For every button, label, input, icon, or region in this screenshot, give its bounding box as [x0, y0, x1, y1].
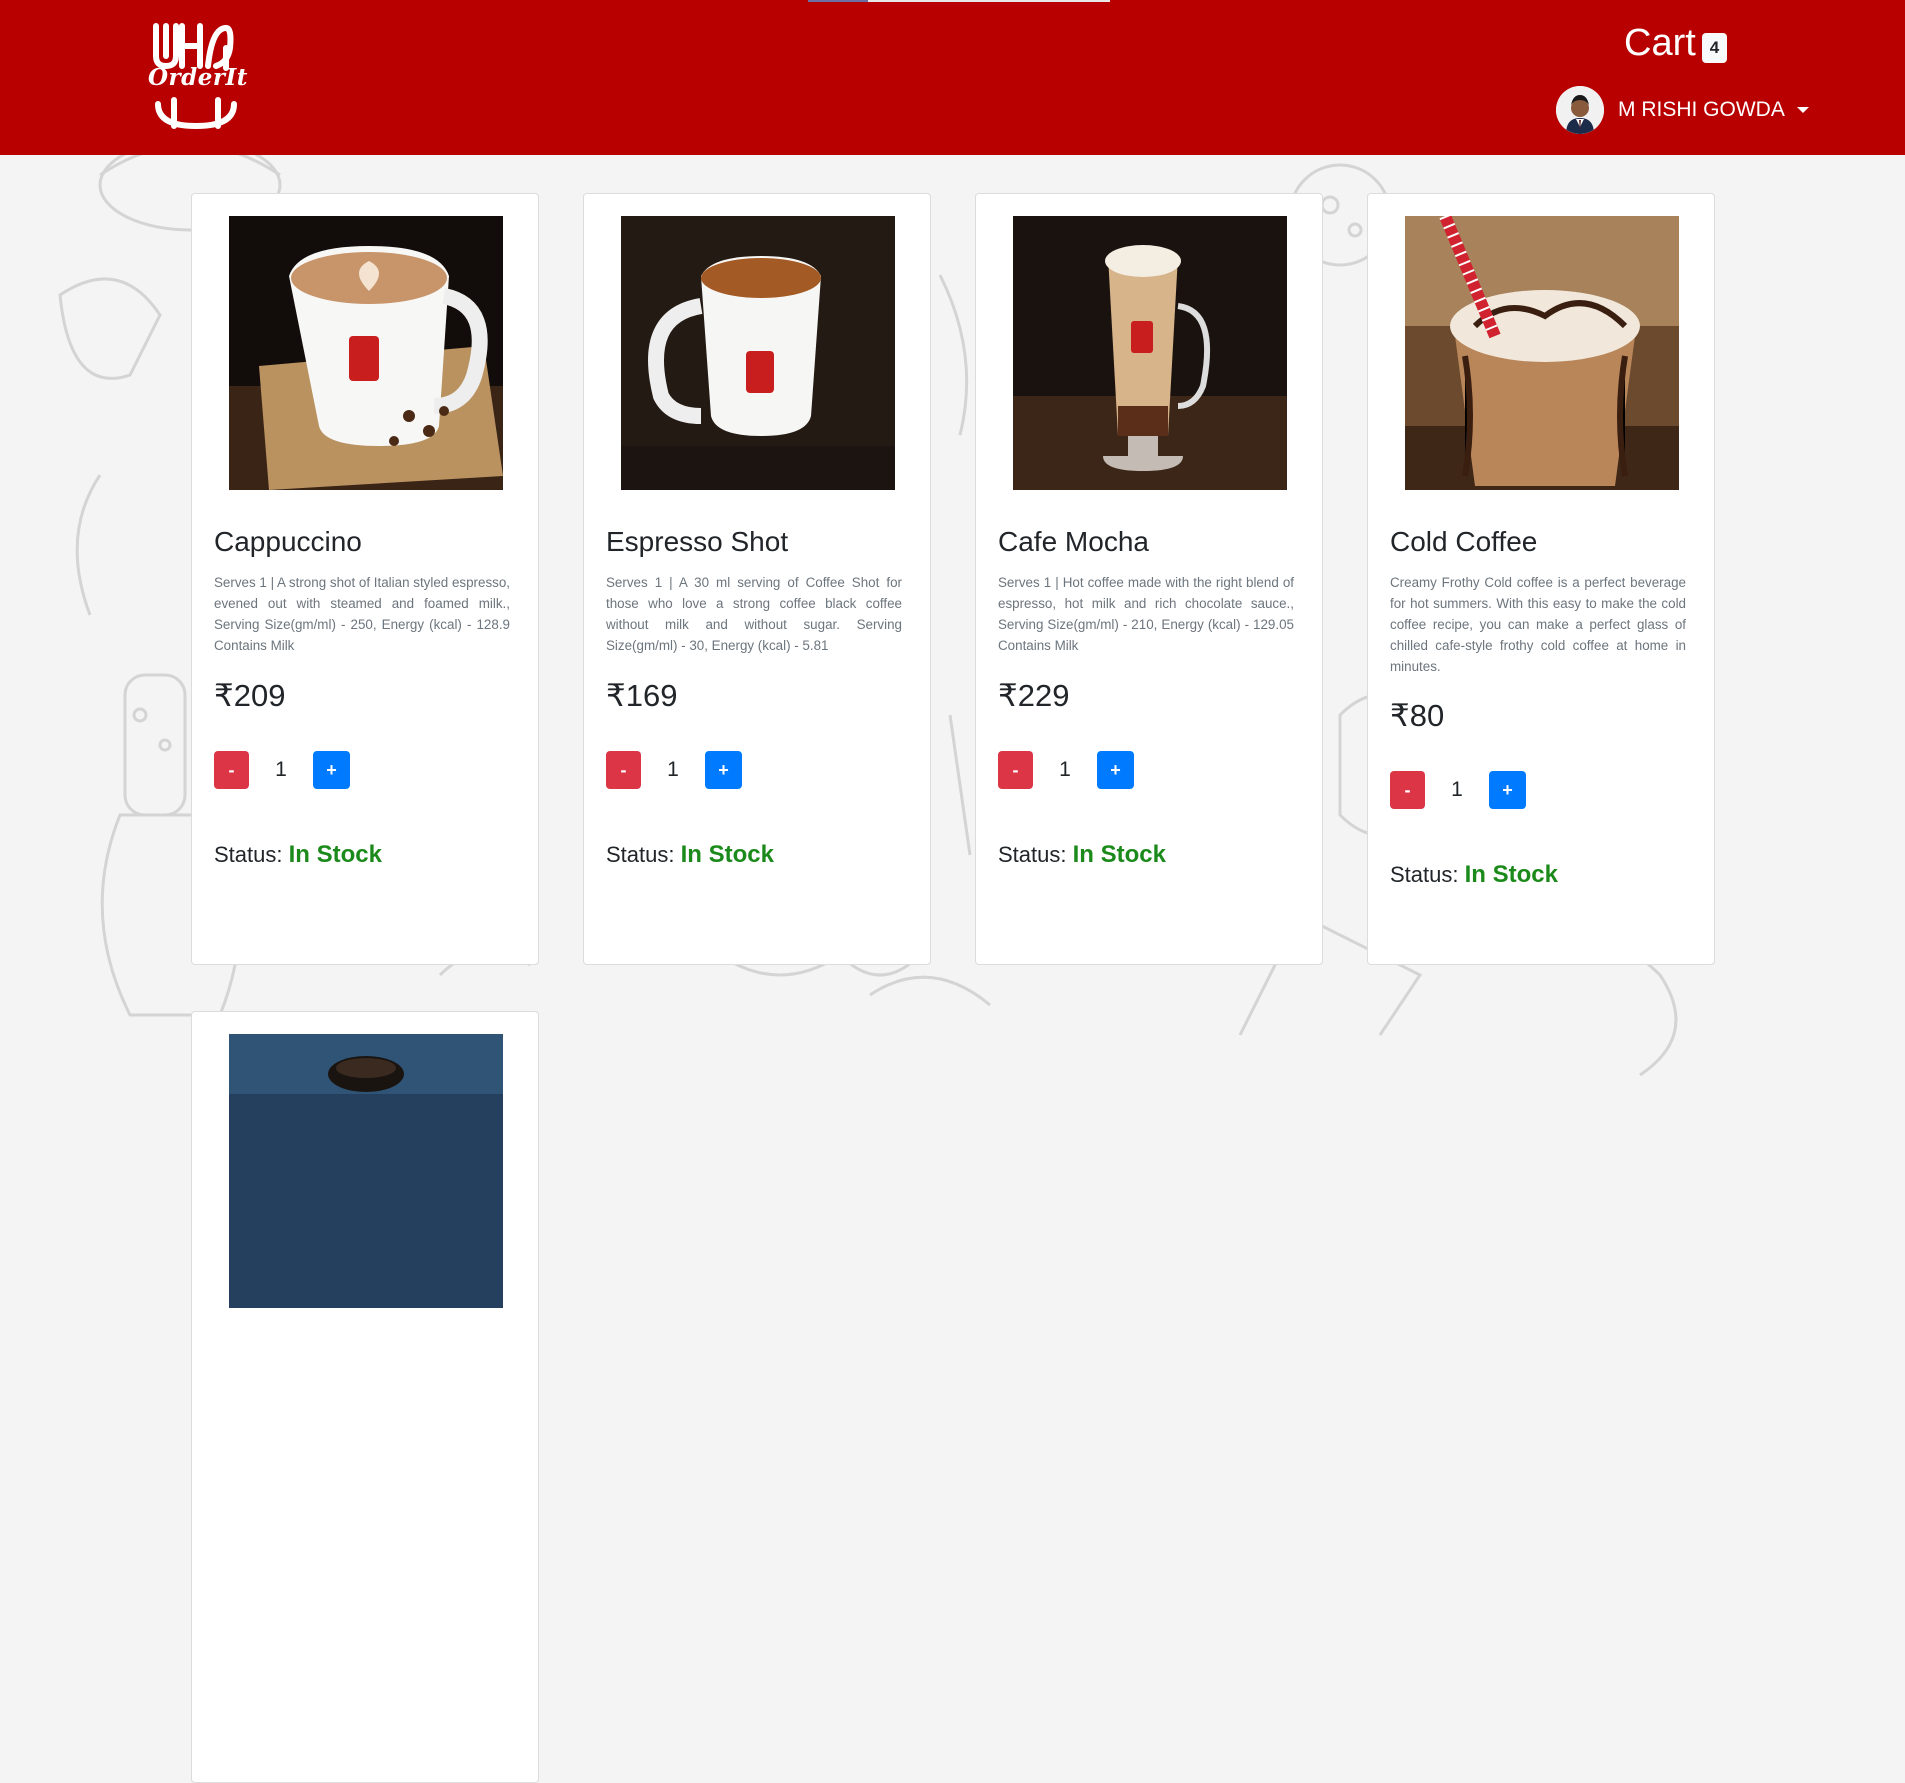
product-title: Cafe Mocha — [998, 526, 1149, 557]
quantity-value: 1 — [667, 758, 679, 781]
quantity-value: 1 — [1451, 778, 1463, 801]
product-description: Creamy Frothy Cold coffee is a perfect b… — [1390, 575, 1686, 674]
status-label: Status: — [1390, 862, 1459, 887]
avatar — [1556, 86, 1604, 134]
decrease-quantity-button[interactable]: - — [214, 751, 249, 789]
product-title: Cappuccino — [214, 526, 362, 557]
product-image-cappuccino — [229, 216, 503, 490]
increase-quantity-button[interactable]: + — [1489, 771, 1526, 809]
product-title: Cold Coffee — [1390, 526, 1538, 557]
increase-quantity-button[interactable]: + — [1097, 751, 1134, 789]
stock-status: Status: In Stock — [1390, 861, 1558, 889]
product-card-cappuccino: Cappuccino Serves 1 | A strong shot of I… — [191, 193, 539, 965]
user-name: M RISHI GOWDA — [1618, 98, 1785, 121]
decrease-quantity-button[interactable]: - — [1390, 771, 1425, 809]
logo-text: OrderIt — [148, 64, 248, 91]
status-value: In Stock — [680, 841, 774, 868]
increase-quantity-button[interactable]: + — [705, 751, 742, 789]
product-description: Serves 1 | A 30 ml serving of Coffee Sho… — [606, 575, 902, 653]
quantity-stepper: - 1 + — [214, 751, 350, 789]
top-navbar: OrderIt Cart 4 M RISHI GOWDA — [0, 0, 1905, 155]
product-price: ₹80 — [1390, 698, 1445, 733]
product-image-cold-coffee — [1405, 216, 1679, 490]
quantity-value: 1 — [1059, 758, 1071, 781]
status-label: Status: — [606, 842, 675, 867]
product-image-partial — [229, 1034, 503, 1308]
cart-button[interactable]: Cart 4 — [1624, 22, 1728, 65]
product-image-espresso-shot — [621, 216, 895, 490]
product-price: ₹169 — [606, 678, 678, 713]
status-value: In Stock — [1464, 861, 1558, 888]
chevron-down-icon — [1796, 107, 1809, 113]
product-description: Serves 1 | A strong shot of Italian styl… — [214, 575, 510, 653]
quantity-stepper: - 1 + — [606, 751, 742, 789]
quantity-stepper: - 1 + — [1390, 771, 1526, 809]
cart-label: Cart — [1624, 22, 1696, 64]
cart-count-badge: 4 — [1701, 32, 1728, 63]
stock-status: Status: In Stock — [998, 841, 1166, 869]
status-label: Status: — [214, 842, 283, 867]
product-card-espresso-shot: Espresso Shot Serves 1 | A 30 ml serving… — [583, 193, 931, 965]
product-description: Serves 1 | Hot coffee made with the righ… — [998, 575, 1294, 653]
stock-status: Status: In Stock — [214, 841, 382, 869]
product-title: Espresso Shot — [606, 526, 789, 557]
product-price: ₹209 — [214, 678, 286, 713]
product-card-partial — [191, 1011, 539, 1783]
decrease-quantity-button[interactable]: - — [606, 751, 641, 789]
stock-status: Status: In Stock — [606, 841, 774, 869]
status-value: In Stock — [288, 841, 382, 868]
product-card-cafe-mocha: Cafe Mocha Serves 1 | Hot coffee made wi… — [975, 193, 1323, 965]
quantity-stepper: - 1 + — [998, 751, 1134, 789]
orderit-logo[interactable]: OrderIt — [148, 20, 248, 134]
product-price: ₹229 — [998, 678, 1070, 713]
quantity-value: 1 — [275, 758, 287, 781]
increase-quantity-button[interactable]: + — [313, 751, 350, 789]
product-grid: Cappuccino Serves 1 | A strong shot of I… — [0, 0, 1905, 1783]
product-image-cafe-mocha — [1013, 216, 1287, 490]
status-label: Status: — [998, 842, 1067, 867]
decrease-quantity-button[interactable]: - — [998, 751, 1033, 789]
product-card-cold-coffee: Cold Coffee Creamy Frothy Cold coffee is… — [1367, 193, 1715, 965]
status-value: In Stock — [1072, 841, 1166, 868]
progress-strip — [808, 0, 1110, 2]
user-menu-dropdown[interactable]: M RISHI GOWDA — [1556, 86, 1809, 134]
